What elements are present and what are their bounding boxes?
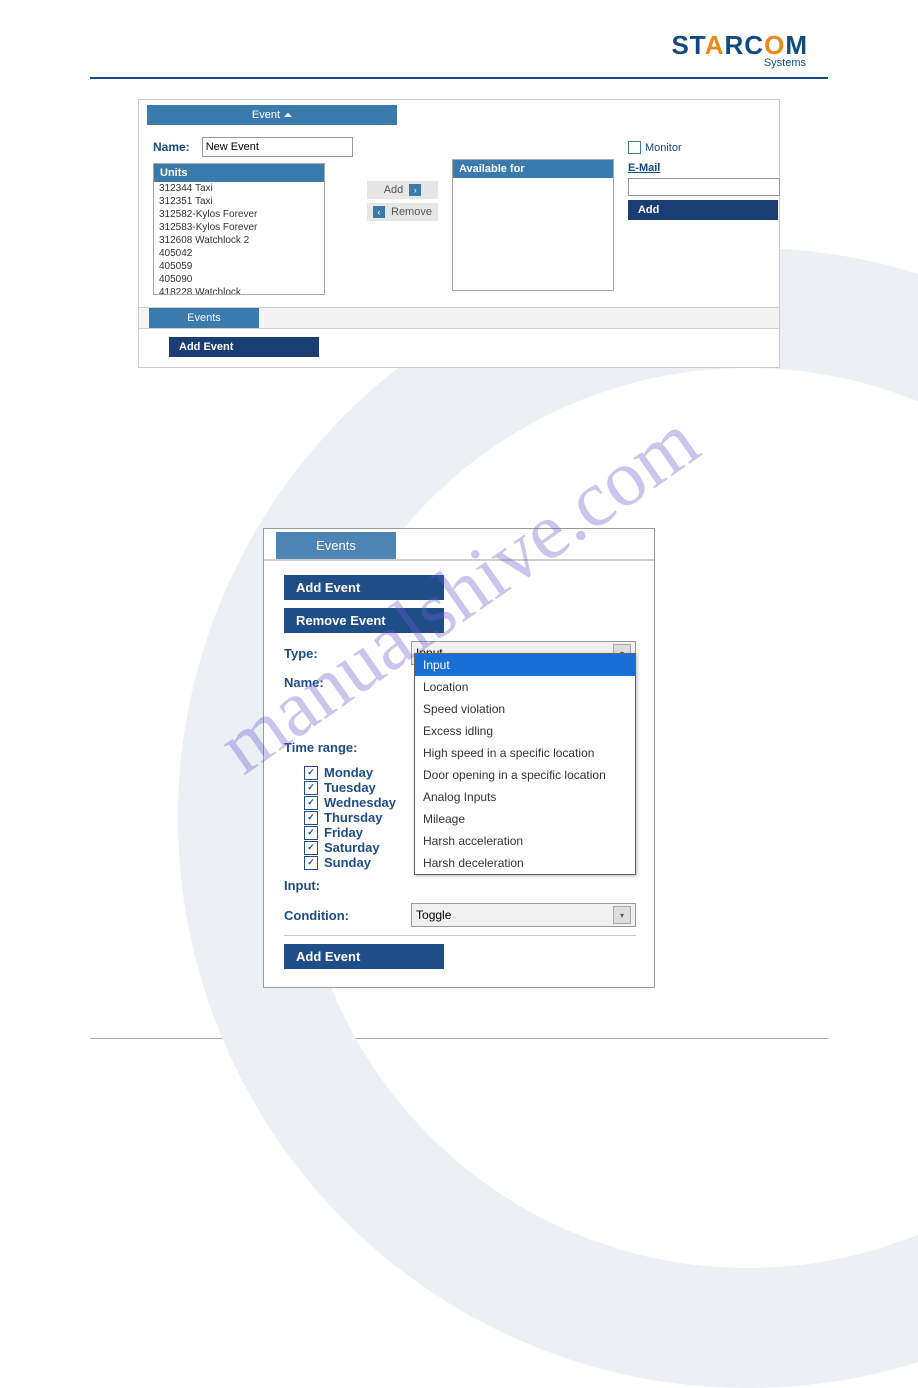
checkbox-checked-icon: ✓ xyxy=(304,841,318,855)
monitor-checkbox-row[interactable]: Monitor xyxy=(628,141,780,154)
dropdown-item[interactable]: Harsh deceleration xyxy=(415,852,635,874)
arrow-left-icon: ‹ xyxy=(373,206,385,218)
arrow-right-icon: › xyxy=(409,184,421,196)
units-header: Units xyxy=(154,164,324,182)
checkbox-icon xyxy=(628,141,641,154)
dropdown-item[interactable]: High speed in a specific location xyxy=(415,742,635,764)
dropdown-item[interactable]: Harsh acceleration xyxy=(415,830,635,852)
list-item[interactable]: 405042 xyxy=(154,247,324,260)
checkbox-checked-icon: ✓ xyxy=(304,856,318,870)
add-event-button[interactable]: Add Event xyxy=(284,575,444,600)
available-header: Available for xyxy=(453,160,613,178)
list-item[interactable]: 312582-Kylos Forever xyxy=(154,208,324,221)
checkbox-checked-icon: ✓ xyxy=(304,826,318,840)
name-label: Name: xyxy=(153,140,190,154)
add-event-button[interactable]: Add Event xyxy=(169,337,319,357)
dropdown-item[interactable]: Location xyxy=(415,676,635,698)
email-add-button[interactable]: Add xyxy=(628,200,778,220)
dropdown-item[interactable]: Mileage xyxy=(415,808,635,830)
checkbox-checked-icon: ✓ xyxy=(304,781,318,795)
list-item[interactable]: 418228 Watchlock xyxy=(154,286,324,294)
type-dropdown-list[interactable]: Input Location Speed violation Excess id… xyxy=(414,653,636,875)
input-label: Input: xyxy=(284,878,414,893)
events-tab-row: Events xyxy=(139,307,779,329)
add-unit-button[interactable]: Add › xyxy=(367,181,438,199)
name-label: Name: xyxy=(284,675,414,690)
checkbox-checked-icon: ✓ xyxy=(304,811,318,825)
email-label-link[interactable]: E-Mail xyxy=(628,162,660,174)
type-label: Type: xyxy=(284,646,411,661)
dropdown-item[interactable]: Excess idling xyxy=(415,720,635,742)
name-input[interactable] xyxy=(202,137,353,157)
remove-unit-button[interactable]: ‹ Remove xyxy=(367,203,438,221)
units-listbox[interactable]: Units 312344 Taxi 312351 Taxi 312582-Kyl… xyxy=(153,163,325,295)
available-listbox[interactable]: Available for xyxy=(452,159,614,291)
add-event-footer-button[interactable]: Add Event xyxy=(284,944,444,969)
condition-select-value: Toggle xyxy=(416,908,451,922)
list-item[interactable]: 405059 xyxy=(154,260,324,273)
email-input[interactable] xyxy=(628,178,780,196)
divider xyxy=(284,935,636,936)
time-range-label: Time range: xyxy=(284,740,414,755)
dropdown-item[interactable]: Analog Inputs xyxy=(415,786,635,808)
list-item[interactable]: 405090 xyxy=(154,273,324,286)
condition-select[interactable]: Toggle ▾ xyxy=(411,903,636,927)
chevron-down-icon: ▾ xyxy=(613,906,631,924)
monitor-label: Monitor xyxy=(645,142,682,154)
header-rule xyxy=(90,77,828,79)
events-tab[interactable]: Events xyxy=(276,532,396,559)
list-item[interactable]: 312344 Taxi xyxy=(154,182,324,195)
checkbox-checked-icon: ✓ xyxy=(304,796,318,810)
logo: STARCOM Systems xyxy=(90,30,828,69)
checkbox-checked-icon: ✓ xyxy=(304,766,318,780)
condition-label: Condition: xyxy=(284,908,411,923)
dropdown-item[interactable]: Door opening in a specific location xyxy=(415,764,635,786)
events-tab[interactable]: Events xyxy=(149,308,259,328)
list-item[interactable]: 312608 Watchlock 2 xyxy=(154,234,324,247)
list-item[interactable]: 312583-Kylos Forever xyxy=(154,221,324,234)
dropdown-item[interactable]: Input xyxy=(415,654,635,676)
list-item[interactable]: 312351 Taxi xyxy=(154,195,324,208)
remove-event-button[interactable]: Remove Event xyxy=(284,608,444,633)
events-editor-panel: Events Add Event Remove Event Type: Inpu… xyxy=(263,528,655,988)
event-panel: Event Name: Units 312344 Taxi 312351 Tax… xyxy=(138,99,780,368)
dropdown-item[interactable]: Speed violation xyxy=(415,698,635,720)
event-header-bar[interactable]: Event xyxy=(147,105,397,125)
